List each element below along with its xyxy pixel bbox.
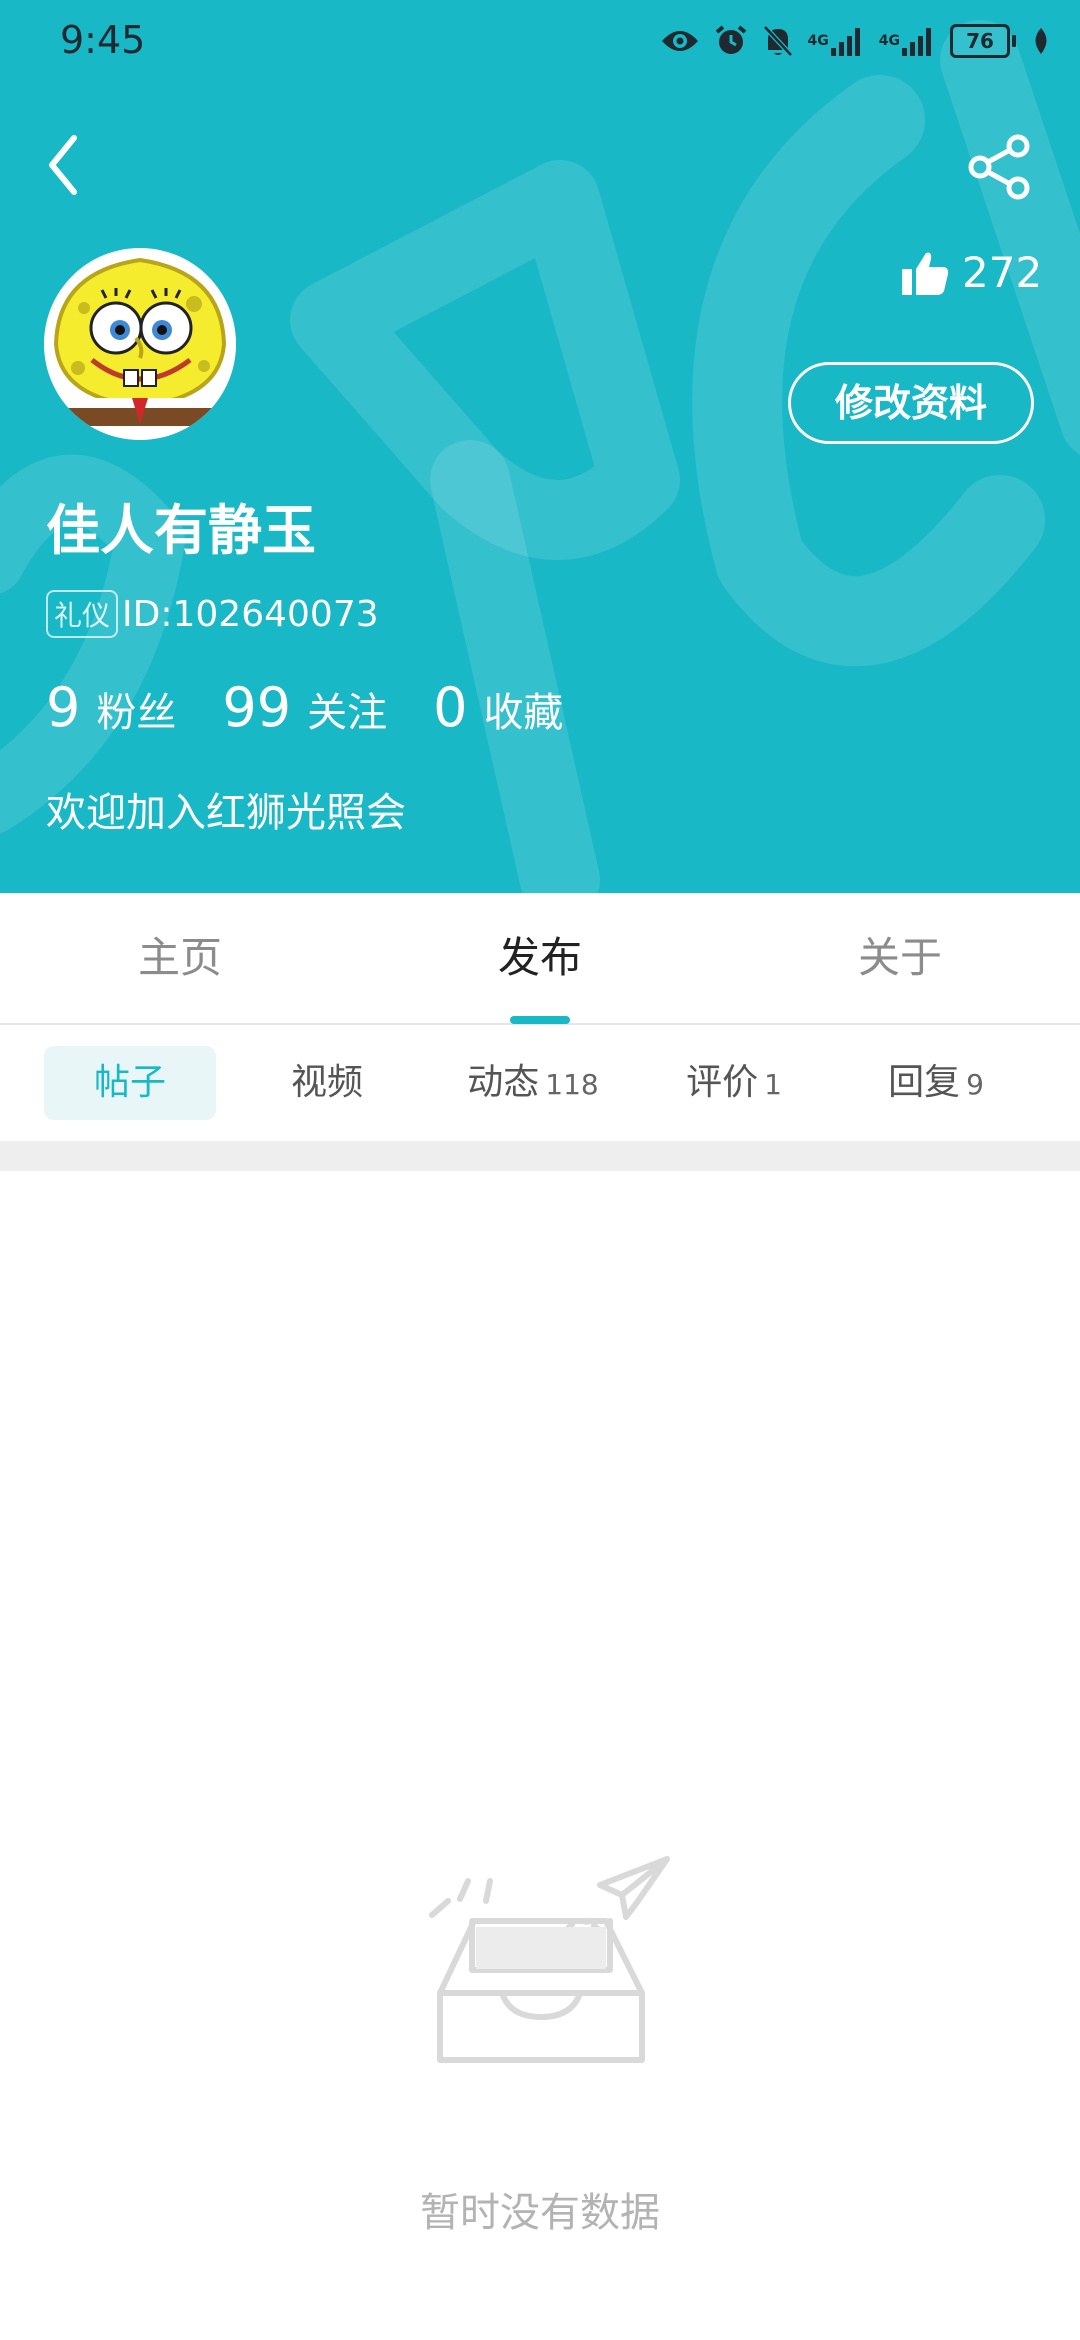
leaf-icon (1035, 28, 1047, 54)
subtab-videos[interactable]: 视频 (262, 1046, 392, 1120)
subtab-replies[interactable]: 回复 9 (866, 1046, 1006, 1120)
stat-value: 9 (46, 676, 81, 739)
empty-inbox-icon (429, 1856, 670, 2063)
status-bar: 9:45 4G 4G 76 (0, 0, 1080, 80)
profile-stats: 9 粉丝 99 关注 0 收藏 (46, 676, 609, 739)
stat-value: 99 (222, 676, 292, 739)
stat-following[interactable]: 99 关注 (222, 676, 387, 739)
stat-favorites[interactable]: 0 收藏 (433, 676, 563, 739)
signal-icon-2: 4G (879, 26, 936, 56)
subtab-label: 评价 (686, 1062, 759, 1103)
profile-header: 9:45 4G 4G 76 272 修改资料 佳人有静玉 礼仪 ID:10264… (0, 0, 1080, 893)
username: 佳人有静玉 (46, 499, 316, 562)
spongebob-avatar-image (44, 248, 236, 440)
thumbs-up-icon (902, 252, 949, 295)
stat-label: 收藏 (483, 690, 564, 736)
subtab-label: 帖子 (93, 1062, 166, 1103)
subtab-threads[interactable]: 帖子 (44, 1046, 216, 1120)
tab-home[interactable]: 主页 (138, 893, 222, 1023)
main-tab-bar: 主页 发布 关于 (0, 893, 1080, 1025)
mute-bell-icon (762, 25, 793, 57)
subtab-count: 118 (545, 1068, 599, 1101)
subtab-label: 回复 (888, 1062, 961, 1103)
empty-state-text: 暂时没有数据 (420, 2190, 660, 2236)
section-divider (0, 1141, 1080, 1171)
stat-label: 粉丝 (96, 690, 177, 736)
user-role-badge: 礼仪 (46, 590, 119, 638)
share-icon[interactable] (966, 134, 1032, 200)
subtab-count: 1 (764, 1068, 782, 1101)
user-id-row: 礼仪 ID:102640073 (46, 590, 379, 638)
subtab-reviews[interactable]: 评价 1 (664, 1046, 804, 1120)
back-arrow-icon[interactable] (44, 130, 84, 200)
watermark-logo (0, 20, 1080, 893)
sub-tab-bar: 帖子 视频 动态 118 评价 1 回复 9 (0, 1025, 1080, 1141)
network-type-1: 4G (807, 33, 829, 49)
subtab-count: 9 (966, 1068, 984, 1101)
battery-level: 76 (950, 24, 1010, 58)
subtab-moments[interactable]: 动态 118 (450, 1046, 616, 1120)
stat-label: 关注 (307, 690, 388, 736)
likes-counter[interactable]: 272 (900, 248, 1042, 297)
eye-icon (661, 31, 698, 51)
subtab-label: 视频 (290, 1062, 363, 1103)
tab-posts-published[interactable]: 发布 (498, 893, 582, 1023)
edit-profile-button[interactable]: 修改资料 (788, 362, 1034, 444)
likes-count: 272 (962, 248, 1043, 297)
alarm-icon (715, 25, 746, 54)
active-tab-indicator (510, 1016, 570, 1024)
avatar[interactable] (44, 248, 236, 440)
tab-about[interactable]: 关于 (858, 893, 942, 1023)
stat-value: 0 (433, 676, 468, 739)
subtab-label: 动态 (467, 1062, 540, 1103)
profile-bio: 欢迎加入红狮光照会 (46, 790, 406, 836)
status-icons: 4G 4G 76 (660, 20, 1052, 62)
network-type-2: 4G (878, 33, 900, 49)
stat-followers[interactable]: 9 粉丝 (46, 676, 176, 739)
battery-icon: 76 (950, 24, 1016, 58)
user-id: ID:102640073 (122, 593, 379, 635)
signal-icon-1: 4G (808, 26, 865, 56)
status-time: 9:45 (60, 18, 146, 62)
